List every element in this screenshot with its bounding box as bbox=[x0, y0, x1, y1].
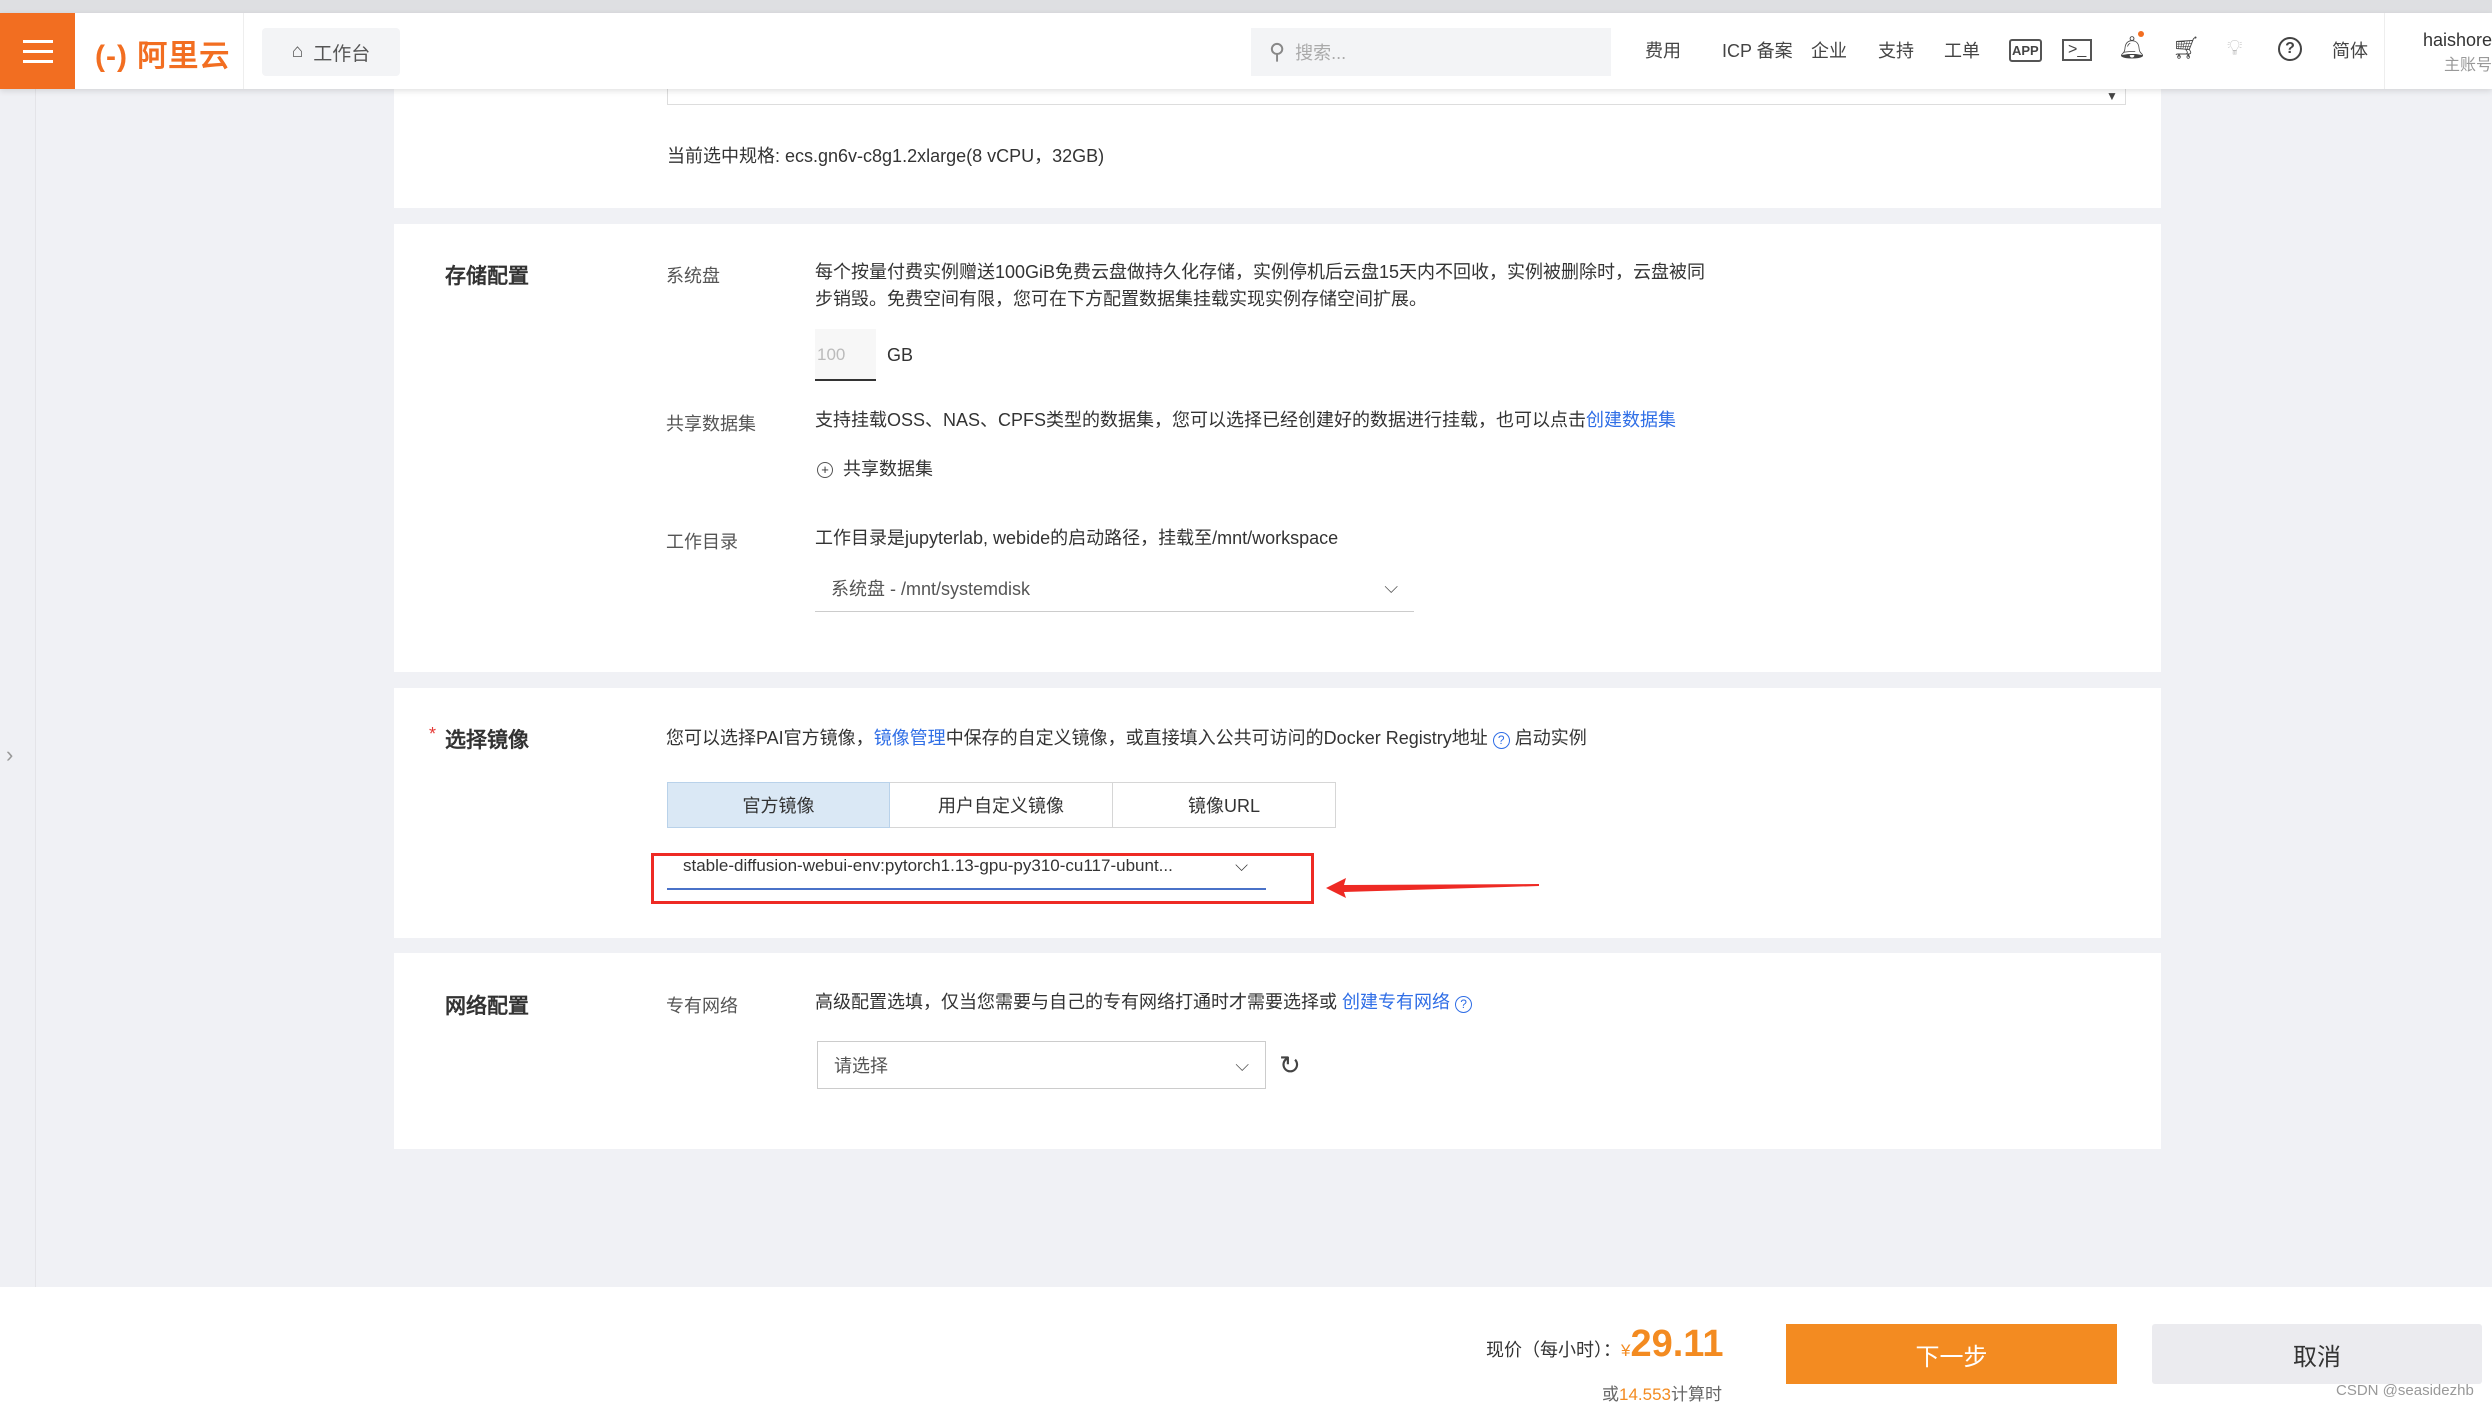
workdir-value: 系统盘 - /mnt/systemdisk bbox=[831, 578, 1031, 599]
terminal-icon[interactable]: >_ bbox=[2062, 39, 2093, 61]
workbench-label: 工作台 bbox=[313, 43, 371, 65]
search-input[interactable]: ⚲ 搜索... bbox=[1251, 28, 1611, 76]
dataset-desc-text: 支持挂载OSS、NAS、CPFS类型的数据集，您可以选择已经创建好的数据进行挂载… bbox=[815, 410, 1587, 430]
nav-ticket[interactable]: 工单 bbox=[1944, 37, 1980, 63]
help-icon[interactable]: ? bbox=[1492, 732, 1510, 749]
desc-text: 启动实例 bbox=[1514, 728, 1587, 748]
desc-text: 中保存的自定义镜像，或直接填入公共可访问的Docker Registry地址 bbox=[945, 728, 1488, 748]
image-manage-link[interactable]: 镜像管理 bbox=[874, 728, 946, 748]
footer-bar: 现价（每小时）： ¥29.11 或14.553计算时 下一步 取消 CSDN @s… bbox=[0, 1287, 2492, 1406]
dataset-desc: 支持挂载OSS、NAS、CPFS类型的数据集，您可以选择已经创建好的数据进行挂载… bbox=[815, 407, 1676, 434]
tab-url[interactable]: 镜像URL bbox=[1113, 782, 1336, 828]
expand-sidebar-icon[interactable]: › bbox=[6, 742, 13, 768]
search-placeholder: 搜索... bbox=[1295, 43, 1347, 63]
lightbulb-icon[interactable]: 💡︎ bbox=[2227, 35, 2242, 61]
cart-icon[interactable]: 🛒︎ bbox=[2172, 35, 2200, 61]
chevron-down-icon: ⌵ bbox=[1384, 577, 1398, 597]
currency: ¥ bbox=[1621, 1341, 1631, 1360]
user-menu[interactable]: haishore 主账号 bbox=[2420, 27, 2492, 79]
price-value: 29.11 bbox=[1630, 1323, 1724, 1365]
notification-dot bbox=[2138, 31, 2144, 37]
image-card: * 选择镜像 您可以选择PAI官方镜像，镜像管理中保存的自定义镜像，或直接填入公… bbox=[394, 688, 2161, 938]
browser-strip bbox=[0, 0, 2492, 13]
desc-line: 每个按量付费实例赠送100GiB免费云盘做持久化存储，实例停机后云盘15天内不回… bbox=[815, 262, 1706, 282]
section-title: 网络配置 bbox=[445, 995, 529, 1018]
add-dataset-button[interactable]: + 共享数据集 bbox=[817, 456, 933, 483]
alt-value: 14.553 bbox=[1619, 1385, 1671, 1404]
disk-size-input[interactable]: 100 bbox=[815, 329, 876, 381]
vpc-placeholder: 请选择 bbox=[834, 1056, 888, 1076]
current-spec: 当前选中规格: ecs.gn6v-c8g1.2xlarge(8 vCPU，32G… bbox=[667, 146, 1105, 166]
account-type: 主账号 bbox=[2443, 57, 2492, 74]
nav-icp[interactable]: ICP 备案 bbox=[1722, 37, 1793, 63]
alt-suffix: 计算时 bbox=[1671, 1385, 1722, 1404]
section-title: 存储配置 bbox=[445, 265, 529, 288]
top-header: (-) 阿里云 ⌂ 工作台 ⚲ 搜索... 费用 ICP 备案 企业 支持 工单 A… bbox=[0, 13, 2492, 89]
vpc-label: 专有网络 bbox=[666, 996, 738, 1016]
add-dataset-label: 共享数据集 bbox=[843, 459, 933, 479]
vpc-select[interactable]: 请选择 ⌵ bbox=[817, 1041, 1266, 1089]
alt-prefix: 或 bbox=[1602, 1385, 1619, 1404]
search-icon: ⚲ bbox=[1269, 39, 1286, 64]
tab-official[interactable]: 官方镜像 bbox=[667, 782, 890, 828]
spec-card: ▼ 当前选中规格: ecs.gn6v-c8g1.2xlarge(8 vCPU，3… bbox=[394, 89, 2161, 208]
disk-unit: GB bbox=[887, 345, 914, 365]
network-card: 网络配置 专有网络 高级配置选填，仅当您需要与自己的专有网络打通时才需要选择或 … bbox=[394, 953, 2161, 1149]
red-arrow-annotation bbox=[1326, 878, 1539, 898]
workdir-select[interactable]: 系统盘 - /mnt/systemdisk ⌵ bbox=[815, 564, 1414, 612]
system-disk-desc: 每个按量付费实例赠送100GiB免费云盘做持久化存储，实例停机后云盘15天内不回… bbox=[815, 259, 1715, 313]
desc-text: 您可以选择PAI官方镜像， bbox=[666, 728, 874, 748]
workbench-button[interactable]: ⌂ 工作台 bbox=[262, 28, 400, 76]
watermark: CSDN @seasidezhb bbox=[2336, 1382, 2474, 1399]
nav-fees[interactable]: 费用 bbox=[1645, 37, 1681, 63]
section-title: 选择镜像 bbox=[445, 729, 529, 752]
system-disk-label: 系统盘 bbox=[666, 266, 720, 286]
menu-button[interactable] bbox=[0, 13, 75, 89]
help-icon[interactable]: ? bbox=[2278, 37, 2302, 61]
price: 现价（每小时）： ¥29.11 bbox=[1486, 1323, 1723, 1366]
create-vpc-link[interactable]: 创建专有网络 bbox=[1342, 992, 1450, 1012]
refresh-icon[interactable]: ↻ bbox=[1279, 1050, 1301, 1081]
workdir-label: 工作目录 bbox=[666, 532, 738, 552]
storage-card: 存储配置 系统盘 每个按量付费实例赠送100GiB免费云盘做持久化存储，实例停机… bbox=[394, 224, 2161, 672]
username: haishore bbox=[2422, 30, 2492, 50]
chevron-down-icon: ⌵ bbox=[1235, 856, 1248, 875]
workdir-desc: 工作目录是jupyterlab, webide的启动路径，挂载至/mnt/wor… bbox=[815, 528, 1339, 548]
help-icon[interactable]: ? bbox=[1455, 996, 1473, 1013]
tab-custom[interactable]: 用户自定义镜像 bbox=[890, 782, 1113, 828]
cancel-button[interactable]: 取消 bbox=[2152, 1324, 2482, 1384]
language-switch[interactable]: 简体 bbox=[2332, 37, 2368, 63]
home-icon: ⌂ bbox=[291, 41, 304, 62]
price-label: 现价（每小时）： bbox=[1486, 1340, 1621, 1360]
desc-line: 步销毁。免费空间有限，您可在下方配置数据集挂载实现实例存储空间扩展。 bbox=[815, 289, 1427, 309]
chevron-down-icon: ⌵ bbox=[1235, 1054, 1249, 1075]
image-select[interactable]: stable-diffusion-webui-env:pytorch1.13-g… bbox=[667, 856, 1266, 890]
alt-price: 或14.553计算时 bbox=[1602, 1380, 1722, 1405]
scroll-down-icon[interactable]: ▼ bbox=[2106, 89, 2118, 103]
aliyun-logo[interactable]: (-) 阿里云 bbox=[95, 31, 230, 75]
spec-table-bottom bbox=[667, 89, 2126, 105]
next-button[interactable]: 下一步 bbox=[1786, 1324, 2117, 1384]
divider bbox=[2384, 13, 2385, 89]
app-icon[interactable]: APP bbox=[2009, 39, 2042, 62]
nav-enterprise[interactable]: 企业 bbox=[1811, 37, 1847, 63]
image-tabs: 官方镜像 用户自定义镜像 镜像URL bbox=[667, 782, 1336, 828]
image-desc: 您可以选择PAI官方镜像，镜像管理中保存的自定义镜像，或直接填入公共可访问的Do… bbox=[666, 725, 1587, 752]
required-mark: * bbox=[429, 724, 437, 744]
bell-icon[interactable]: 🔔︎ bbox=[2118, 35, 2146, 61]
create-dataset-link[interactable]: 创建数据集 bbox=[1586, 410, 1676, 430]
nav-support[interactable]: 支持 bbox=[1878, 37, 1914, 63]
divider bbox=[243, 13, 244, 89]
vpc-desc-text: 高级配置选填，仅当您需要与自己的专有网络打通时才需要选择或 bbox=[815, 992, 1337, 1012]
vpc-desc: 高级配置选填，仅当您需要与自己的专有网络打通时才需要选择或 创建专有网络 ? bbox=[815, 989, 1473, 1016]
left-sidebar bbox=[0, 89, 36, 1287]
dataset-label: 共享数据集 bbox=[666, 414, 756, 434]
plus-circle-icon: + bbox=[817, 461, 833, 478]
selected-image: stable-diffusion-webui-env:pytorch1.13-g… bbox=[683, 856, 1173, 875]
